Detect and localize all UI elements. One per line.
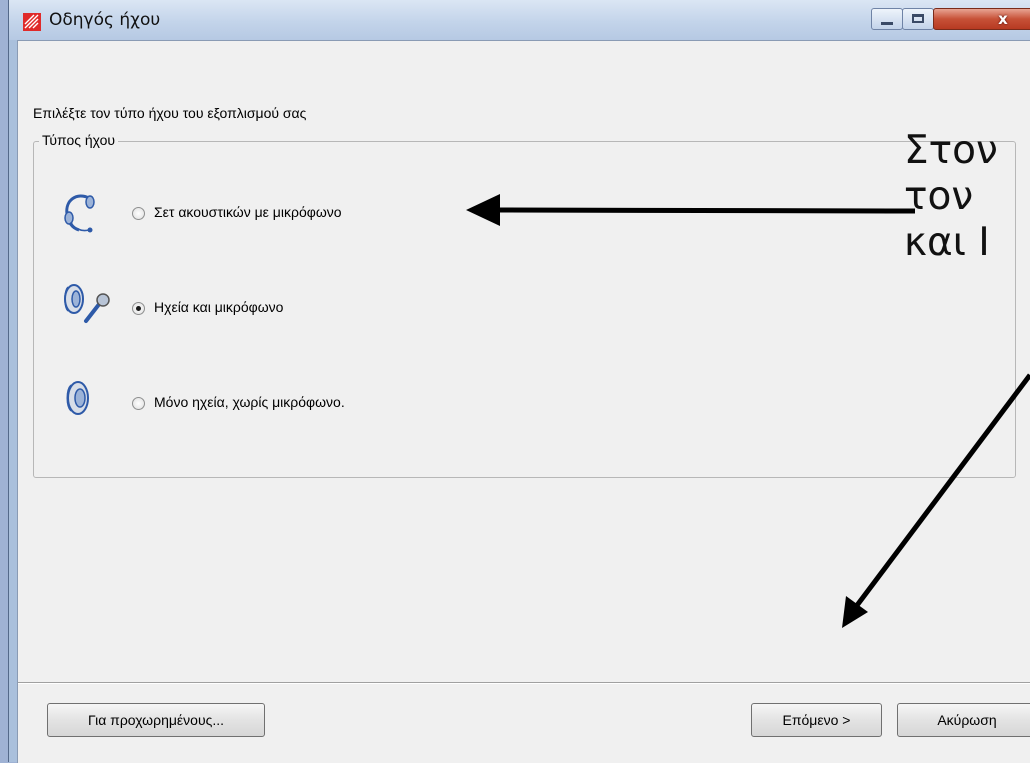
footer-separator bbox=[18, 682, 1030, 684]
next-button[interactable]: Επόμενο > bbox=[751, 703, 882, 737]
close-icon: x bbox=[998, 10, 1008, 28]
radio-speakers-microphone[interactable] bbox=[132, 302, 145, 315]
sound-wizard-window: Οδηγός ήχου x Επιλέξτε τον τύπο ήχου του… bbox=[8, 0, 1030, 763]
cancel-button[interactable]: Ακύρωση bbox=[897, 703, 1030, 737]
close-button[interactable]: x bbox=[933, 8, 1030, 30]
app-icon bbox=[23, 13, 41, 31]
option-headset[interactable]: Σετ ακουστικών με μικρόφωνο bbox=[34, 192, 454, 233]
dialog-body: Επιλέξτε τον τύπο ήχου του εξοπλισμού σα… bbox=[17, 40, 1030, 763]
sound-type-group: Τύπος ήχου Σετ ακουστικών με μικρόφωνο Η… bbox=[33, 132, 1016, 478]
advanced-button[interactable]: Για προχωρημένους... bbox=[47, 703, 265, 737]
instruction-text: Επιλέξτε τον τύπο ήχου του εξοπλισμού σα… bbox=[33, 105, 307, 121]
option-label: Ηχεία και μικρόφωνο bbox=[154, 299, 284, 315]
annotation-line-2: τον bbox=[904, 174, 974, 219]
speaker-icon bbox=[66, 381, 89, 415]
option-label: Σετ ακουστικών με μικρόφωνο bbox=[154, 204, 342, 220]
window-title: Οδηγός ήχου bbox=[49, 10, 161, 30]
headset-icon bbox=[64, 194, 95, 233]
option-label: Μόνο ηχεία, χωρίς μικρόφωνο. bbox=[154, 394, 345, 410]
speaker-microphone-icon bbox=[64, 284, 110, 323]
radio-speakers-only[interactable] bbox=[132, 397, 145, 410]
annotation-line-3: και Ι bbox=[904, 220, 990, 265]
option-speakers-only[interactable]: Μόνο ηχεία, χωρίς μικρόφωνο. bbox=[34, 381, 454, 422]
radio-headset[interactable] bbox=[132, 207, 145, 220]
option-speakers-microphone[interactable]: Ηχεία και μικρόφωνο bbox=[34, 284, 354, 327]
annotation-line-1: Στον bbox=[904, 128, 998, 173]
minimize-icon bbox=[881, 22, 893, 25]
minimize-button[interactable] bbox=[871, 8, 903, 30]
maximize-button[interactable] bbox=[902, 8, 934, 30]
group-label: Τύπος ήχου bbox=[39, 132, 119, 148]
maximize-icon bbox=[912, 14, 924, 23]
title-bar[interactable]: Οδηγός ήχου x bbox=[9, 0, 1030, 40]
